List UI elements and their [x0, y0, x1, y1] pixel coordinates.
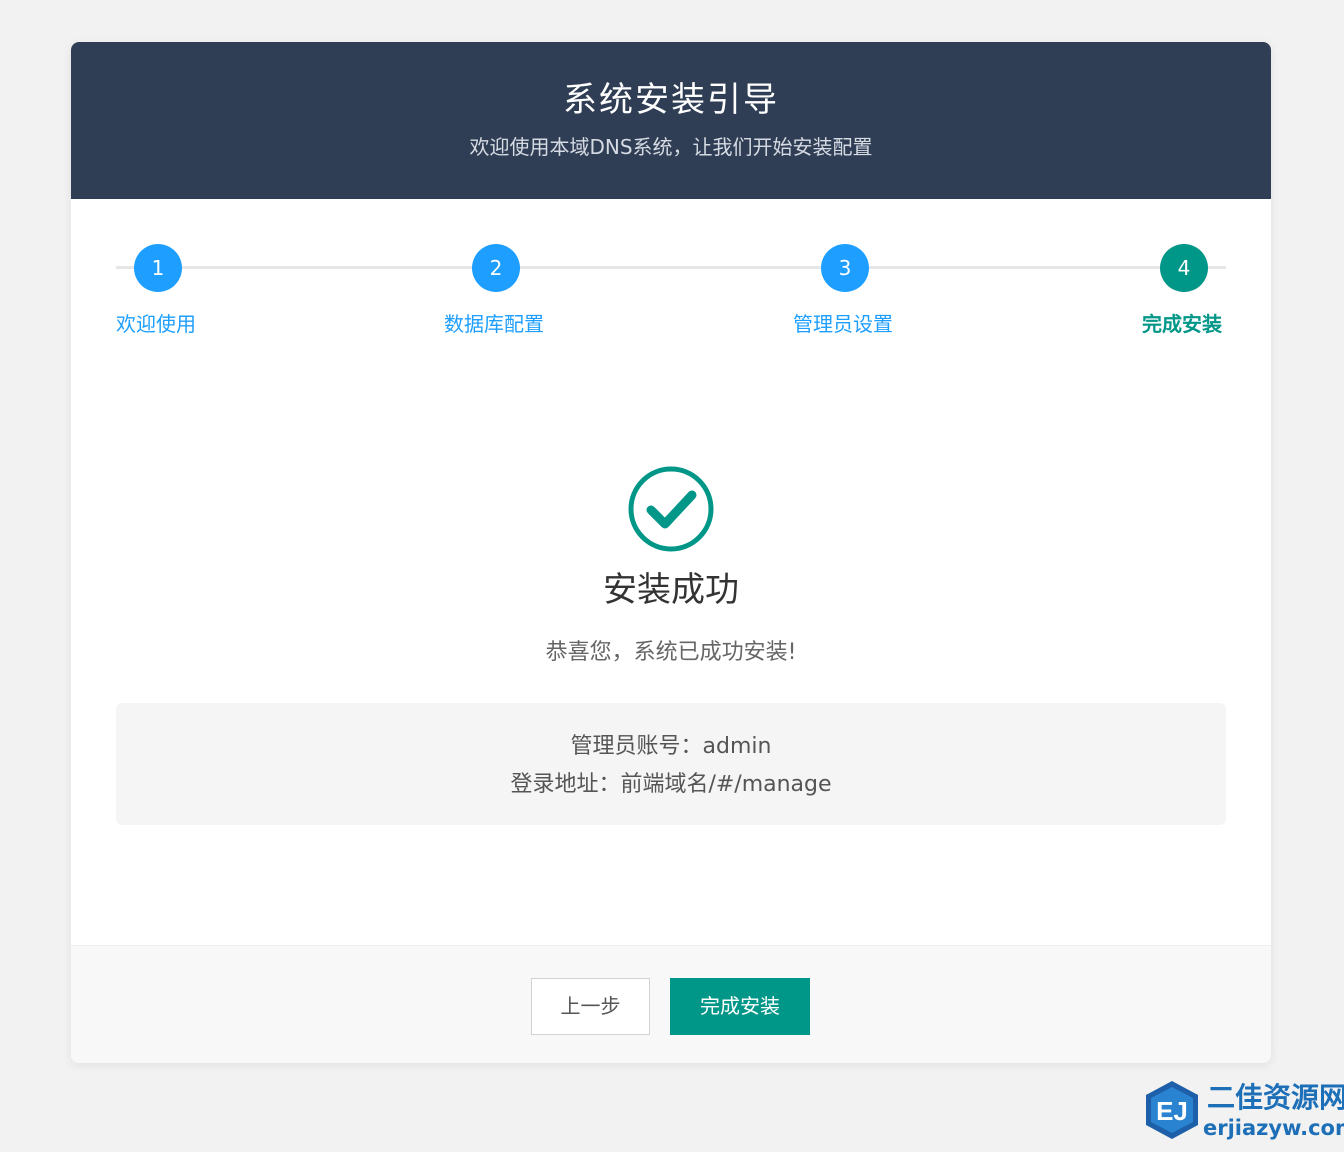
check-circle-icon: [628, 466, 714, 552]
step-label: 数据库配置: [444, 312, 544, 336]
step-progress-line: [116, 266, 1226, 269]
step-number-badge: 2: [472, 244, 520, 292]
previous-step-button[interactable]: 上一步: [531, 978, 650, 1035]
logo-text: EJ: [1156, 1096, 1188, 1126]
admin-account-info: 管理员账号：admin: [570, 734, 772, 759]
install-info-box: 管理员账号：admin 登录地址：前端域名/#/manage: [116, 703, 1226, 825]
watermark-title: 二佳资源网: [1207, 1081, 1344, 1114]
step-number-badge: 3: [821, 244, 869, 292]
wizard-header: 系统安装引导 欢迎使用本域DNS系统，让我们开始安装配置: [71, 42, 1271, 199]
install-wizard-card: 系统安装引导 欢迎使用本域DNS系统，让我们开始安装配置 1 欢迎使用 2 数据…: [71, 42, 1271, 1063]
step-number-badge: 1: [134, 244, 182, 292]
wizard-footer: 上一步 完成安装: [71, 945, 1271, 1063]
finish-install-button[interactable]: 完成安装: [670, 978, 810, 1035]
login-url-info: 登录地址：前端域名/#/manage: [510, 772, 832, 797]
site-watermark: EJ 二佳资源网 erjiazyw.com: [1143, 1077, 1344, 1143]
page-subtitle: 欢迎使用本域DNS系统，让我们开始安装配置: [469, 135, 873, 159]
step-number-badge: 4: [1160, 244, 1208, 292]
success-title: 安装成功: [603, 570, 739, 610]
page-title: 系统安装引导: [563, 80, 779, 120]
step-label: 管理员设置: [793, 312, 893, 336]
ej-logo-icon: EJ: [1146, 1081, 1198, 1139]
success-message: 恭喜您，系统已成功安装!: [545, 640, 797, 665]
watermark-url: erjiazyw.com: [1203, 1116, 1344, 1140]
step-label: 欢迎使用: [116, 312, 196, 336]
step-label: 完成安装: [1142, 312, 1222, 336]
step-indicator: 1 欢迎使用 2 数据库配置 3 管理员设置 4 完成安装: [71, 199, 1271, 349]
